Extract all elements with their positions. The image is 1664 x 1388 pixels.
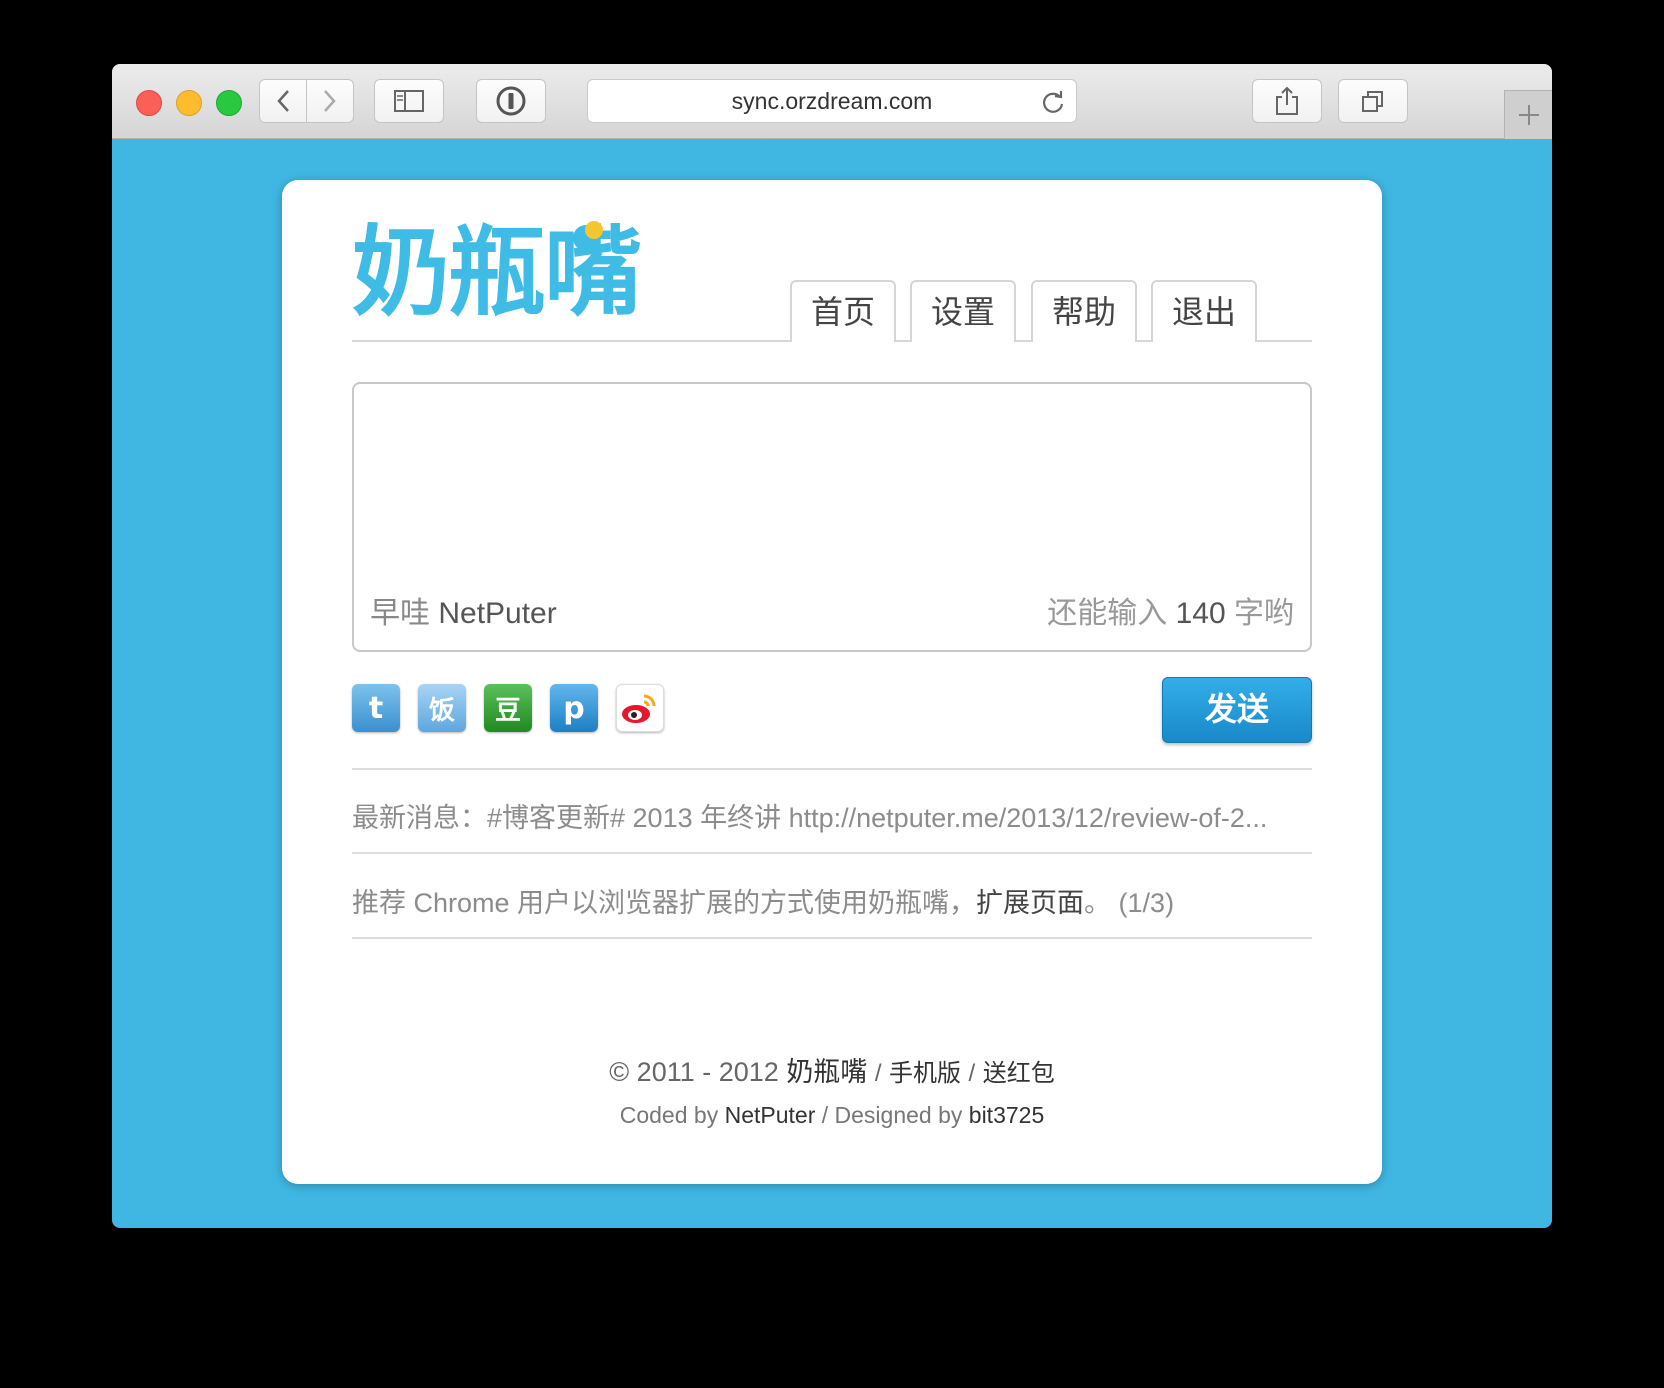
- divider: [352, 852, 1312, 854]
- status-input[interactable]: [366, 394, 1300, 578]
- address-bar[interactable]: sync.orzdream.com: [587, 79, 1077, 123]
- coded-by-label: Coded by: [619, 1102, 719, 1128]
- logo-pacifier-icon: [573, 221, 603, 251]
- greeting-text: 早哇: [370, 597, 430, 630]
- designed-by-label: / Designed by: [821, 1102, 963, 1128]
- mobile-link[interactable]: 手机版: [889, 1060, 961, 1087]
- douban-icon[interactable]: 豆: [484, 684, 532, 732]
- browser-toolbar: sync.orzdream.com: [112, 64, 1552, 139]
- douban-glyph: 豆: [494, 695, 521, 726]
- nav-tab-help[interactable]: 帮助: [1031, 280, 1137, 342]
- password-manager-button[interactable]: [476, 79, 546, 123]
- twitter-icon[interactable]: t: [352, 684, 400, 732]
- twitter-glyph: t: [368, 690, 384, 726]
- nav-tab-home[interactable]: 首页: [790, 280, 896, 342]
- tabs-icon: [1362, 91, 1383, 112]
- address-url: sync.orzdream.com: [731, 87, 933, 114]
- weibo-icon[interactable]: [616, 684, 664, 732]
- browser-window: sync.orzdream.com 奶瓶嘴 首页 设置 帮助 退出 早哇 Net…: [112, 64, 1552, 1228]
- brand-link[interactable]: 奶瓶嘴: [786, 1057, 867, 1087]
- sidebar-toggle-button[interactable]: [374, 79, 444, 123]
- tip-message: 推荐 Chrome 用户以浏览器扩展的方式使用奶瓶嘴，扩展页面。 (1/3): [352, 881, 1312, 920]
- new-tab-button[interactable]: [1504, 90, 1552, 139]
- share-icon: [1276, 86, 1298, 115]
- main-card: 奶瓶嘴 首页 设置 帮助 退出 早哇 NetPuter 还能输入 140 字哟 …: [282, 180, 1382, 1184]
- weibo-logo: [622, 694, 656, 723]
- coder-link[interactable]: NetPuter: [725, 1102, 816, 1128]
- plurk-glyph: p: [563, 690, 585, 726]
- reload-icon[interactable]: [1040, 89, 1066, 115]
- nav-tab-logout[interactable]: 退出: [1151, 280, 1257, 342]
- plus-icon: [1519, 105, 1539, 125]
- gift-link[interactable]: 送红包: [983, 1060, 1055, 1087]
- chevron-left-icon: [277, 90, 289, 112]
- chevron-right-icon: [324, 90, 336, 112]
- close-window-button[interactable]: [136, 90, 162, 116]
- greeting-username: NetPuter: [438, 597, 557, 630]
- share-button[interactable]: [1252, 79, 1322, 123]
- counter-prefix: 还能输入: [1047, 597, 1168, 630]
- send-button[interactable]: 发送: [1162, 677, 1312, 743]
- designer-link[interactable]: bit3725: [969, 1102, 1044, 1128]
- news-text[interactable]: #博客更新# 2013 年终讲 http://netputer.me/2013/…: [487, 803, 1267, 833]
- footer-copyright: © 2011 - 2012 奶瓶嘴 / 手机版 / 送红包: [282, 1050, 1382, 1089]
- divider: [352, 768, 1312, 770]
- footer-sep: /: [968, 1060, 976, 1087]
- minimize-window-button[interactable]: [176, 90, 202, 116]
- back-button[interactable]: [259, 79, 307, 123]
- greeting: 早哇 NetPuter: [370, 588, 557, 632]
- footer-credits: Coded by NetPuter / Designed by bit3725: [282, 1102, 1382, 1129]
- forward-button[interactable]: [306, 79, 354, 123]
- fanfou-glyph: 饭: [428, 695, 455, 726]
- onepassword-icon: [496, 86, 526, 116]
- nav-tab-settings[interactable]: 设置: [910, 280, 1016, 342]
- copyright-text: © 2011 - 2012: [609, 1057, 779, 1087]
- footer-sep: /: [874, 1060, 882, 1087]
- tip-suffix: 。 (1/3): [1084, 888, 1175, 918]
- fanfou-icon[interactable]: 饭: [418, 684, 466, 732]
- zoom-window-button[interactable]: [216, 90, 242, 116]
- divider: [352, 937, 1312, 939]
- extension-page-link[interactable]: 扩展页面: [976, 888, 1084, 918]
- counter-suffix: 字哟: [1234, 597, 1294, 630]
- counter-value: 140: [1175, 597, 1226, 630]
- tip-text: 推荐 Chrome 用户以浏览器扩展的方式使用奶瓶嘴，: [352, 888, 977, 918]
- news-label: 最新消息：: [352, 803, 487, 833]
- char-counter: 还能输入 140 字哟: [1047, 588, 1294, 632]
- plurk-icon[interactable]: p: [550, 684, 598, 732]
- tab-overview-button[interactable]: [1338, 79, 1408, 123]
- sidebar-icon: [394, 90, 424, 112]
- compose-box: 早哇 NetPuter 还能输入 140 字哟: [352, 382, 1312, 652]
- news-message: 最新消息：#博客更新# 2013 年终讲 http://netputer.me/…: [352, 796, 1312, 835]
